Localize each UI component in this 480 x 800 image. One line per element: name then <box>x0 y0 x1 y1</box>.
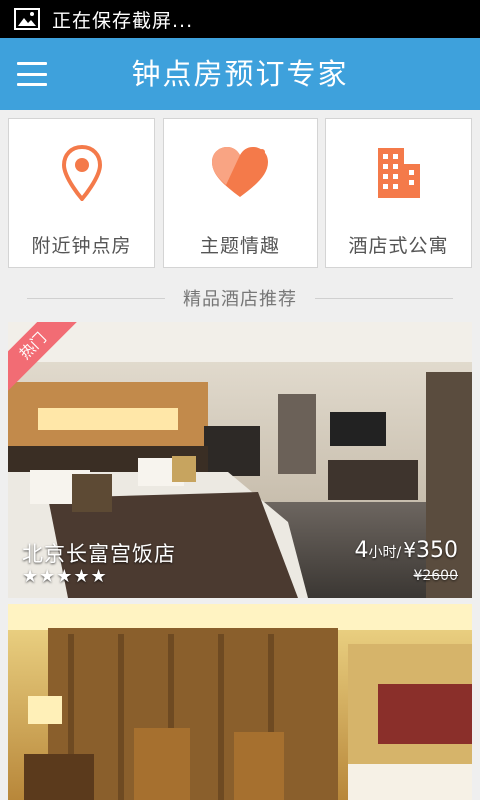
hotel-card[interactable]: 热门 北京长富宫饭店 ★★★★★ 4 小时/ ¥ 350 ¥2600 <box>8 322 472 598</box>
hotel-card[interactable] <box>8 604 472 800</box>
currency-symbol: ¥ <box>403 538 416 562</box>
divider <box>27 297 165 299</box>
heart-icon <box>210 143 270 203</box>
building-icon <box>376 143 422 203</box>
menu-icon-bar <box>17 83 47 86</box>
price-hours: 4 <box>354 538 369 563</box>
status-bar: 正在保存截屏... <box>0 0 480 38</box>
hotel-name: 北京长富宫饭店 <box>22 542 176 566</box>
menu-button[interactable] <box>14 58 50 90</box>
category-theme[interactable]: 主题情趣 <box>162 118 318 268</box>
price-hours-unit: 小时/ <box>368 545 402 561</box>
category-label: 主题情趣 <box>199 235 280 257</box>
section-header: 精品酒店推荐 <box>0 280 480 316</box>
status-notification-text: 正在保存截屏... <box>52 9 194 32</box>
category-label: 酒店式公寓 <box>348 235 449 257</box>
price-amount: 350 <box>416 538 458 563</box>
category-label: 附近钟点房 <box>31 235 132 257</box>
price-label: 4 小时/ ¥ 350 <box>355 538 458 563</box>
page-title: 钟点房预订专家 <box>131 57 349 91</box>
menu-icon-bar <box>17 72 47 76</box>
category-grid: 附近钟点房 主题情趣 酒店式公寓 <box>8 118 472 268</box>
category-apartment[interactable]: 酒店式公寓 <box>325 118 472 268</box>
location-pin-icon <box>61 143 102 203</box>
star-rating: ★★★★★ <box>22 566 108 587</box>
section-title: 精品酒店推荐 <box>183 289 297 310</box>
category-nearby[interactable]: 附近钟点房 <box>8 118 155 268</box>
divider <box>315 297 453 299</box>
original-price: ¥2600 <box>413 568 458 584</box>
image-icon <box>14 8 40 30</box>
hotel-photo <box>8 604 472 800</box>
menu-icon-bar <box>17 62 47 65</box>
app-bar: 钟点房预订专家 <box>0 38 480 110</box>
